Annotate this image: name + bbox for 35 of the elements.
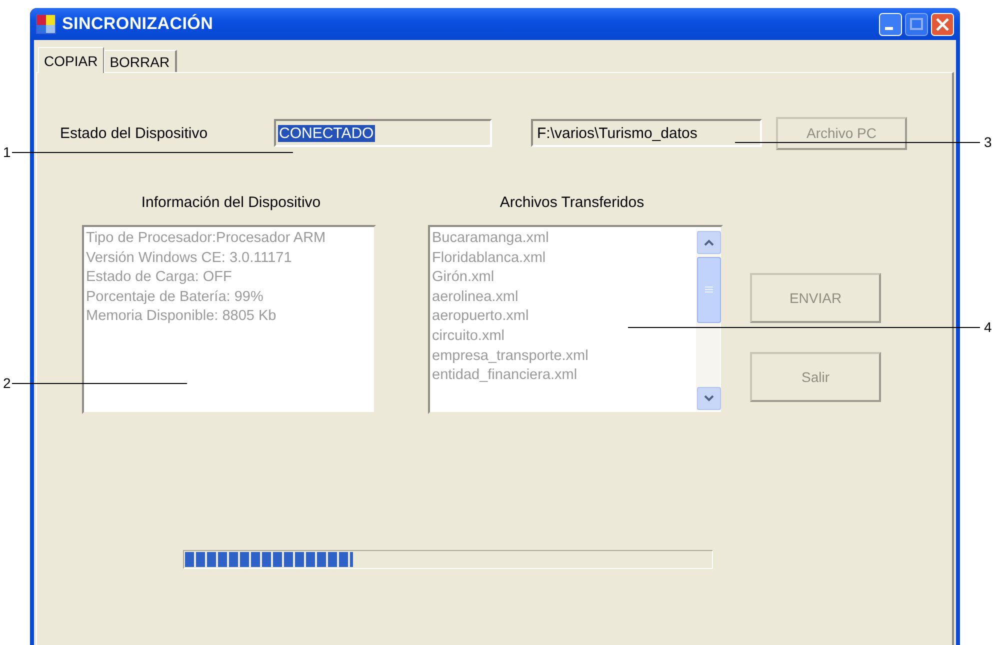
- window-title: SINCRONIZACIÓN: [62, 14, 214, 34]
- list-item[interactable]: aerolinea.xml: [432, 288, 694, 308]
- section-heading: Información del Dispositivo: [141, 194, 321, 211]
- info-line: Versión Windows CE: 3.0.11171: [86, 248, 293, 268]
- section-heading: Archivos Transferidos: [500, 194, 644, 211]
- grip-icon: [705, 286, 713, 294]
- callout-number: 4: [984, 319, 992, 335]
- info-line: Memoria Disponible: 8805 Kb: [86, 307, 278, 326]
- chevron-down-icon: [704, 395, 714, 402]
- list-item[interactable]: empresa_transporte.xml: [432, 346, 694, 366]
- maximize-button[interactable]: [905, 12, 928, 36]
- tab[interactable]: BORRAR: [104, 50, 177, 72]
- info-line: Estado de Carga: OFF: [86, 268, 233, 288]
- info-line: Porcentaje de Batería: 99%: [86, 288, 264, 307]
- file-list[interactable]: Bucaramanga.xml Floridablanca.xml Girón.xml aerolinea.xml aeropuerto.xml circuito.xml empresa_transporte.xml entidad_financiera.xml: [428, 225, 723, 414]
- scroll-down-button[interactable]: [697, 387, 721, 410]
- list-item[interactable]: entidad_financiera.xml: [432, 366, 694, 386]
- list-item[interactable]: Bucaramanga.xml: [432, 229, 694, 249]
- callout-number: 3: [984, 134, 992, 150]
- field-label: Estado del Dispositivo: [60, 124, 209, 142]
- list-item[interactable]: aeropuerto.xml: [432, 307, 694, 327]
- tab[interactable]: COPIAR: [38, 47, 104, 73]
- close-button[interactable]: [931, 12, 954, 36]
- scroll-thumb[interactable]: [697, 257, 721, 323]
- callout-number: 2: [3, 375, 11, 391]
- status-field-value: CONECTADO: [278, 124, 375, 142]
- list-item[interactable]: Floridablanca.xml: [432, 248, 694, 268]
- info-line: Tipo de Procesador:Procesador ARM: [86, 229, 327, 248]
- app-icon: [36, 14, 56, 34]
- list-item[interactable]: circuito.xml: [432, 326, 694, 347]
- list-item[interactable]: Girón.xml: [432, 268, 694, 288]
- minimize-button[interactable]: [879, 12, 902, 36]
- chevron-up-icon: [704, 239, 714, 246]
- scroll-up-button[interactable]: [697, 231, 721, 254]
- callout-number: 1: [3, 144, 11, 160]
